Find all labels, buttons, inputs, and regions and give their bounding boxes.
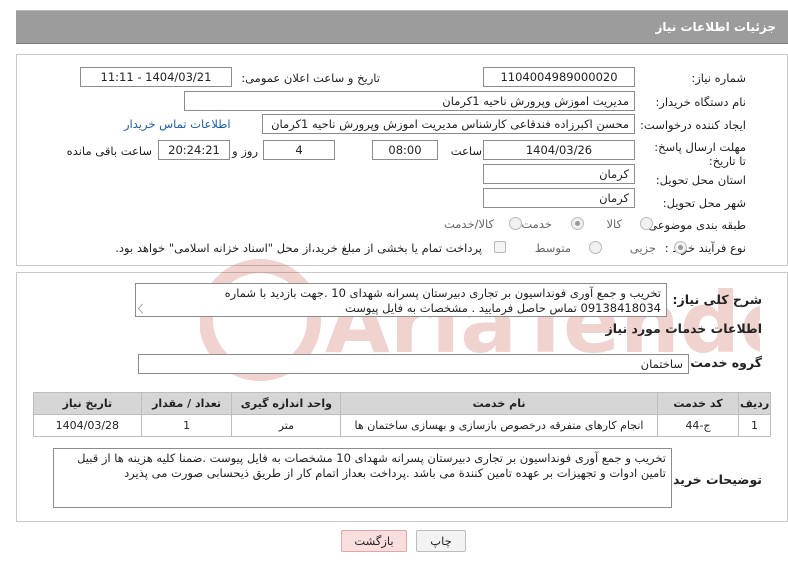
service-group-label: گروه خدمت:: [685, 355, 762, 370]
category-option-goods-service: کالا/خدمت: [443, 217, 494, 231]
category-radio-goods[interactable]: [640, 217, 653, 230]
cell-service-code: ج-44: [656, 414, 740, 437]
summary-label: شرح کلی نیاز:: [672, 292, 762, 307]
table-header-row: ردیف کد خدمت نام خدمت واحد اندازه گیری ت…: [33, 392, 771, 415]
deadline-date-field: 1404/03/26: [483, 140, 635, 160]
buyer-notes-label: توضیحات خریدار:: [656, 472, 762, 487]
city-field: کرمان: [483, 188, 635, 208]
announce-datetime-field: 1404/03/21 - 11:11: [80, 67, 232, 87]
buyer-org-label: نام دستگاه خریدار:: [655, 95, 746, 109]
service-group-field: ساختمان: [138, 354, 689, 374]
process-radio-minor[interactable]: [674, 241, 687, 254]
back-button[interactable]: بازگشت: [341, 530, 407, 552]
services-section-title: اطلاعات خدمات مورد نیاز: [605, 321, 763, 336]
need-number-field: 1104004989000020: [483, 67, 635, 87]
print-button[interactable]: چاپ: [416, 530, 466, 552]
category-option-service: خدمت: [521, 217, 552, 231]
remaining-days-field: 4: [263, 140, 335, 160]
cell-service-name: انجام کارهای متفرقه درخصوص بازسازی و بهس…: [340, 414, 658, 437]
city-label: شهر محل تحویل:: [662, 196, 746, 210]
treasury-payment-note: پرداخت تمام یا بخشی از مبلغ خرید،از محل …: [115, 241, 482, 255]
remaining-time-field: 20:24:21: [158, 140, 230, 160]
cell-need-date: 1404/03/28: [33, 414, 142, 437]
col-service-name: نام خدمت: [340, 392, 658, 415]
need-details-page: جزئیات اطلاعات نیاز شماره نیاز: 11040049…: [0, 0, 788, 566]
deadline-time-label: ساعت: [450, 144, 482, 158]
services-table: ردیف کد خدمت نام خدمت واحد اندازه گیری ت…: [33, 392, 771, 437]
buyer-org-field: مدیریت اموزش وپرورش ناحیه 1کرمان: [184, 91, 635, 111]
col-row-number: ردیف: [738, 392, 771, 415]
deadline-label: مهلت ارسال پاسخ: تا تاریخ:: [654, 140, 746, 168]
need-number-label: شماره نیاز:: [691, 71, 746, 85]
cell-row-number: 1: [738, 414, 771, 437]
category-radio-service[interactable]: [571, 217, 584, 230]
page-title: جزئیات اطلاعات نیاز: [655, 20, 776, 34]
announce-datetime-label: تاریخ و ساعت اعلان عمومی:: [241, 71, 380, 85]
process-option-medium: متوسط: [534, 241, 571, 255]
process-radio-medium[interactable]: [589, 241, 602, 254]
remaining-time-label: ساعت باقی مانده: [66, 144, 152, 158]
header-bar: جزئیات اطلاعات نیاز: [16, 10, 788, 44]
province-label: استان محل تحویل:: [655, 173, 746, 187]
buyer-contact-link[interactable]: اطلاعات تماس خریدار: [124, 117, 231, 131]
process-option-minor: جزیی: [629, 241, 656, 255]
category-label: طبقه بندی موضوعی:: [644, 218, 746, 232]
col-quantity: تعداد / مقدار: [140, 392, 233, 415]
category-radio-goods-service[interactable]: [509, 217, 522, 230]
days-label: روز و: [232, 144, 258, 158]
creator-field: محسن اکبرزاده فندقاعی کارشناس مدیریت امو…: [262, 114, 635, 134]
province-field: کرمان: [483, 164, 635, 184]
treasury-payment-checkbox[interactable]: [494, 241, 506, 253]
col-service-code: کد خدمت: [656, 392, 740, 415]
cell-quantity: 1: [140, 414, 233, 437]
deadline-time-field: 08:00: [372, 140, 438, 160]
col-unit: واحد اندازه گیری: [231, 392, 342, 415]
cell-unit: متر: [231, 414, 342, 437]
category-option-goods: کالا: [606, 217, 622, 231]
buyer-notes-textarea[interactable]: تخریب و جمع آوری فونداسیون بر تجاری دبیر…: [53, 448, 672, 508]
creator-label: ایجاد کننده درخواست:: [640, 118, 746, 132]
summary-textarea[interactable]: تخریب و جمع آوری فونداسیون بر تجاری دبیر…: [135, 283, 667, 317]
table-row: 1 ج-44 انجام کارهای متفرقه درخصوص بازساز…: [33, 414, 771, 437]
col-need-date: تاریخ نیاز: [33, 392, 142, 415]
